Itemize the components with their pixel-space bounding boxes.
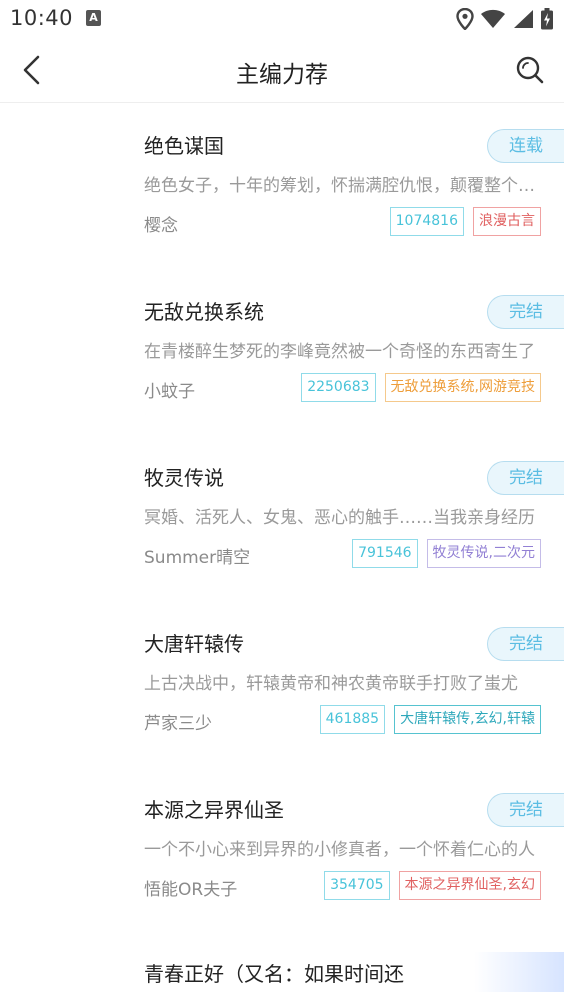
search-icon[interactable]	[514, 54, 546, 86]
location-icon	[456, 8, 474, 30]
book-title: 大唐轩辕传	[144, 632, 244, 656]
genre-tag: 本源之异界仙圣,玄幻	[398, 871, 541, 900]
book-item[interactable]: 牧灵传说 完结 冥婚、活死人、女鬼、恶心的触手……当我亲身经历 Summer晴空…	[0, 435, 564, 601]
cellular-signal-icon	[514, 10, 533, 28]
book-tags: 791546 牧灵传说,二次元	[352, 539, 541, 568]
battery-charging-icon	[541, 8, 553, 30]
book-title: 绝色谋国	[144, 134, 224, 158]
genre-tag: 牧灵传说,二次元	[426, 539, 541, 568]
book-tags: 1074816 浪漫古言	[389, 207, 541, 236]
book-item[interactable]: 无敌兑换系统 完结 在青楼醉生梦死的李峰竟然被一个奇怪的东西寄生了 小蚊子 22…	[0, 269, 564, 435]
genre-tag: 大唐轩辕传,玄幻,轩辕	[394, 705, 541, 734]
wifi-icon	[481, 9, 505, 28]
book-author: 芦家三少	[144, 714, 212, 734]
book-description: 在青楼醉生梦死的李峰竟然被一个奇怪的东西寄生了	[144, 342, 535, 362]
book-tags: 461885 大唐轩辕传,玄幻,轩辕	[319, 705, 541, 734]
header-bar: 主编力荐	[0, 38, 564, 103]
book-author: 小蚊子	[144, 382, 195, 402]
book-author: 樱念	[144, 216, 178, 236]
status-time: 10:40	[10, 6, 74, 30]
status-badge: 完结	[487, 461, 564, 495]
book-tags: 354705 本源之异界仙圣,玄幻	[324, 871, 541, 900]
status-icons	[456, 8, 554, 30]
notification-app-icon: A	[86, 10, 101, 26]
book-description: 上古决战中，轩辕黄帝和神农黄帝联手打败了蚩尤	[144, 674, 518, 694]
status-badge: 完结	[487, 627, 564, 661]
word-count-tag: 2250683	[301, 373, 376, 402]
book-title: 无敌兑换系统	[144, 300, 264, 324]
book-author: 悟能OR夫子	[144, 880, 238, 900]
book-title-partial[interactable]: 青春正好（又名：如果时间还	[144, 958, 404, 987]
scroll-glow	[474, 952, 564, 992]
status-badge: 完结	[487, 793, 564, 827]
word-count-tag: 791546	[352, 539, 418, 568]
status-bar: 10:40 A	[0, 0, 564, 38]
book-item[interactable]: 大唐轩辕传 完结 上古决战中，轩辕黄帝和神农黄帝联手打败了蚩尤 芦家三少 461…	[0, 601, 564, 767]
status-badge: 完结	[487, 295, 564, 329]
word-count-tag: 1074816	[389, 207, 464, 236]
word-count-tag: 461885	[319, 705, 386, 734]
book-description: 冥婚、活死人、女鬼、恶心的触手……当我亲身经历	[144, 508, 535, 528]
book-title: 牧灵传说	[144, 466, 224, 490]
book-description: 一个不小心来到异界的小修真者，一个怀着仁心的人	[144, 840, 535, 860]
book-author: Summer晴空	[144, 548, 251, 568]
page-title: 主编力荐	[236, 62, 328, 88]
book-tags: 2250683 无敌兑换系统,网游竞技	[301, 373, 541, 402]
book-description: 绝色女子，十年的筹划，怀揣满腔仇恨，颠覆整个天下	[144, 176, 542, 196]
word-count-tag: 354705	[324, 871, 390, 900]
book-item[interactable]: 本源之异界仙圣 完结 一个不小心来到异界的小修真者，一个怀着仁心的人 悟能OR夫…	[0, 767, 564, 933]
status-badge: 连载	[487, 129, 564, 163]
genre-tag: 浪漫古言	[473, 207, 541, 236]
book-item[interactable]: 绝色谋国 连载 绝色女子，十年的筹划，怀揣满腔仇恨，颠覆整个天下 樱念 1074…	[0, 103, 564, 269]
book-title: 本源之异界仙圣	[144, 798, 284, 822]
genre-tag: 无敌兑换系统,网游竞技	[384, 373, 541, 402]
